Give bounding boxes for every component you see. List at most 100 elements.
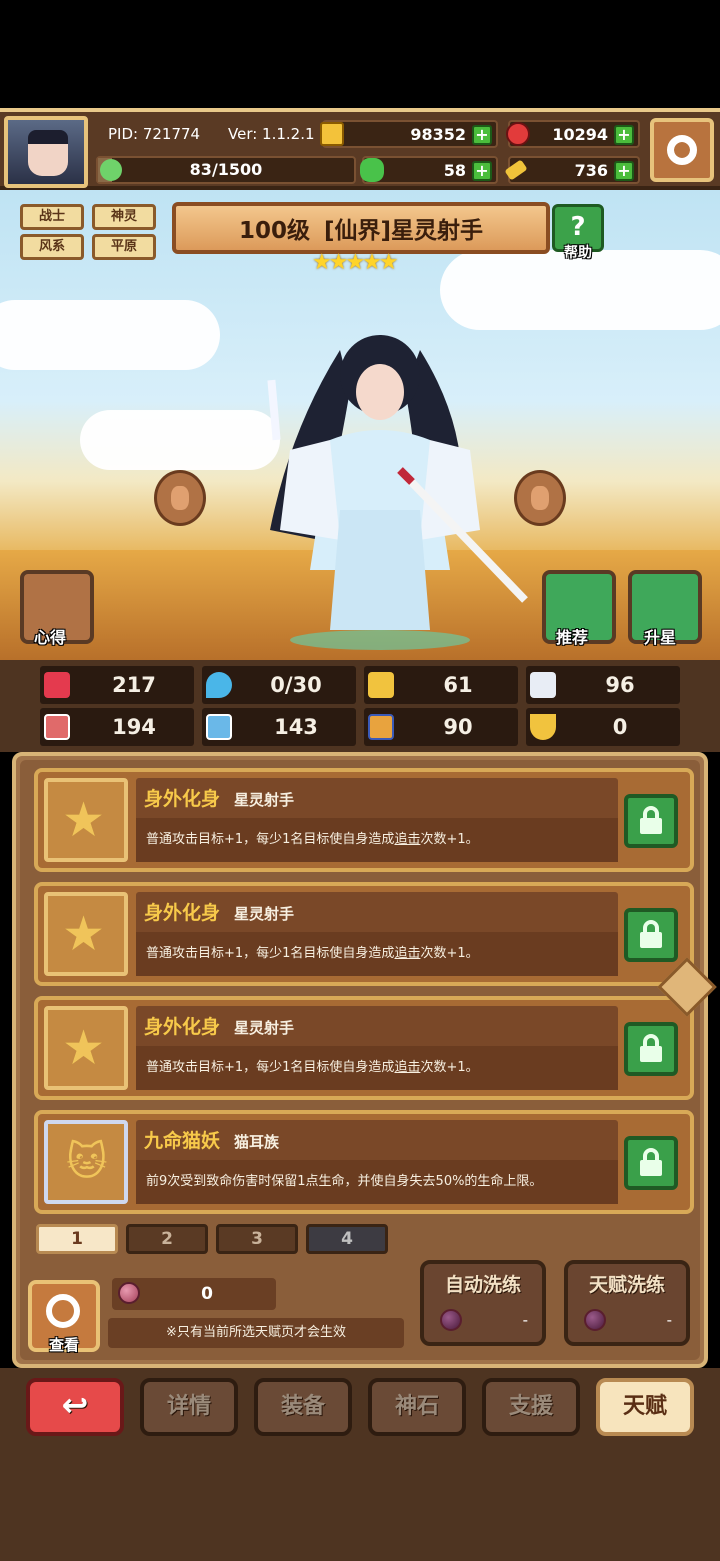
lock-button[interactable]	[624, 794, 678, 848]
auto-wash-button[interactable]: 自动洗练 -	[420, 1260, 546, 1346]
add-key-button[interactable]: +	[614, 161, 634, 181]
energy-text: 83/1500	[189, 160, 263, 179]
talent-wash-button[interactable]: 天赋洗练 -	[564, 1260, 690, 1346]
talent-source: 星灵射手	[234, 791, 295, 809]
shield-icon	[368, 672, 394, 698]
nav-godstone[interactable]: 神石	[368, 1378, 466, 1436]
lock-button[interactable]	[624, 1136, 678, 1190]
star-icon: ★	[44, 778, 128, 862]
page-tab-1[interactable]: 1	[36, 1224, 118, 1254]
prev-hero-button[interactable]	[154, 470, 206, 526]
talent-page-tabs: 1 2 3 4	[12, 1222, 708, 1258]
talent-title: 身外化身	[144, 902, 221, 924]
hero-level: 100级	[238, 218, 310, 244]
stat-attack: 194	[40, 708, 194, 746]
tag-plains: 平原	[92, 234, 156, 260]
help-label: 帮助	[564, 245, 592, 261]
talent-card[interactable]: ★ 身外化身 星灵射手 普通攻击目标+1，每少1名目标使自身造成追击次数+1。	[34, 882, 694, 986]
fruit-counter: 0	[112, 1278, 276, 1310]
hero-scene: 战士 神灵 风系 平原 100级 [仙界]星灵射手 ★★★★★ ? 帮助 心得 …	[0, 190, 720, 660]
version-text: Ver: 1.1.2.1	[228, 125, 315, 143]
add-gold-button[interactable]: +	[472, 125, 492, 145]
hero-star-rating: ★★★★★	[312, 250, 399, 275]
talent-description: 普通攻击目标+1，每少1名目标使自身造成追击次数+1。	[136, 1046, 618, 1090]
book-icon	[206, 714, 232, 740]
stat-defense: 61	[364, 666, 518, 704]
tag-warrior: 战士	[20, 204, 84, 230]
insights-label: 心得	[34, 628, 67, 647]
stat-speed: 96	[526, 666, 680, 704]
heart-icon	[44, 672, 70, 698]
bottom-navigation: ↩ 详情 装备 神石 支援 天赋	[0, 1368, 720, 1561]
add-gem-button[interactable]: +	[614, 125, 634, 145]
nav-support[interactable]: 支援	[482, 1378, 580, 1436]
cloud-decoration	[0, 300, 220, 370]
recommend-label: 推荐	[556, 628, 589, 647]
add-clover-button[interactable]: +	[472, 161, 492, 181]
nav-equipment[interactable]: 装备	[254, 1378, 352, 1436]
status-bar-area	[0, 0, 720, 108]
page-tab-3[interactable]: 3	[216, 1224, 298, 1254]
talent-card[interactable]: ★ 身外化身 星灵射手 普通攻击目标+1，每少1名目标使自身造成追击次数+1。	[34, 996, 694, 1100]
talent-source: 猫耳族	[234, 1133, 280, 1151]
nav-details[interactable]: 详情	[140, 1378, 238, 1436]
talent-description: 普通攻击目标+1，每少1名目标使自身造成追击次数+1。	[136, 932, 618, 976]
view-label: 查看	[48, 1336, 79, 1354]
stat-mana: 0/30	[202, 666, 356, 704]
hero-sprite	[267, 335, 528, 650]
page-tab-4[interactable]: 4	[306, 1224, 388, 1254]
ruby-gem-icon	[506, 122, 530, 146]
page-tab-2[interactable]: 2	[126, 1224, 208, 1254]
fist-icon	[44, 714, 70, 740]
gold-counter: 98352 +	[320, 120, 498, 148]
dark-fruit-icon	[584, 1309, 606, 1331]
key-icon	[504, 159, 528, 181]
gear-icon	[667, 135, 697, 165]
peach-fruit-icon	[118, 1282, 140, 1304]
wing-icon	[530, 672, 556, 698]
pid-text: PID: 721774	[108, 125, 201, 143]
stat-luck: 0	[526, 708, 680, 746]
return-arrow-icon: ↩	[61, 1386, 89, 1424]
talent-card[interactable]: 🐱 九命猫妖 猫耳族 前9次受到致命伤害时保留1点生命，并使自身失去50%的生命…	[34, 1110, 694, 1214]
talent-title: 九命猫妖	[144, 1130, 221, 1152]
lock-button[interactable]	[624, 908, 678, 962]
talent-card[interactable]: ★ 身外化身 星灵射手 普通攻击目标+1，每少1名目标使自身造成追击次数+1。	[34, 768, 694, 872]
stat-hp: 217	[40, 666, 194, 704]
gold-coin-icon	[320, 122, 344, 146]
avatar-portrait-icon	[28, 130, 68, 176]
star-icon: ★	[44, 892, 128, 976]
stat-magic: 143	[202, 708, 356, 746]
talent-page-note: ※只有当前所选天赋页才会生效	[108, 1318, 404, 1348]
block-icon	[368, 714, 394, 740]
clover-icon	[360, 158, 384, 182]
talent-title: 身外化身	[144, 788, 221, 810]
settings-button[interactable]	[650, 118, 714, 182]
magnifier-icon	[46, 1294, 80, 1328]
back-button[interactable]: ↩	[26, 1378, 124, 1436]
stats-panel: 217 0/30 61 96 194 143 90 0	[0, 660, 720, 752]
water-drop-icon	[206, 672, 232, 698]
stat-block: 90	[364, 708, 518, 746]
talent-title: 身外化身	[144, 1016, 221, 1038]
talent-source: 星灵射手	[234, 1019, 295, 1037]
tag-deity: 神灵	[92, 204, 156, 230]
gem-counter: 10294 +	[506, 120, 640, 148]
player-header: PID: 721774 Ver: 1.1.2.1 98352 + 10294 +…	[0, 108, 720, 190]
nav-talent[interactable]: 天赋	[596, 1378, 694, 1436]
player-avatar[interactable]	[4, 116, 88, 188]
talent-description: 前9次受到致命伤害时保留1点生命，并使自身失去50%的生命上限。	[136, 1160, 618, 1204]
energy-bar: 83/1500	[96, 156, 356, 184]
dark-fruit-icon	[440, 1309, 462, 1331]
star-icon: ★	[44, 1006, 128, 1090]
talent-source: 星灵射手	[234, 905, 295, 923]
hero-title-banner: 100级 [仙界]星灵射手	[172, 202, 550, 254]
hero-name: [仙界]星灵射手	[323, 218, 484, 244]
clover-counter: 58 +	[360, 156, 498, 184]
cat-face-icon: 🐱	[44, 1120, 128, 1204]
upstar-label: 升星	[644, 628, 677, 647]
key-counter: 736 +	[504, 156, 640, 184]
horseshoe-icon	[530, 714, 556, 740]
talent-description: 普通攻击目标+1，每少1名目标使自身造成追击次数+1。	[136, 818, 618, 862]
lock-button[interactable]	[624, 1022, 678, 1076]
